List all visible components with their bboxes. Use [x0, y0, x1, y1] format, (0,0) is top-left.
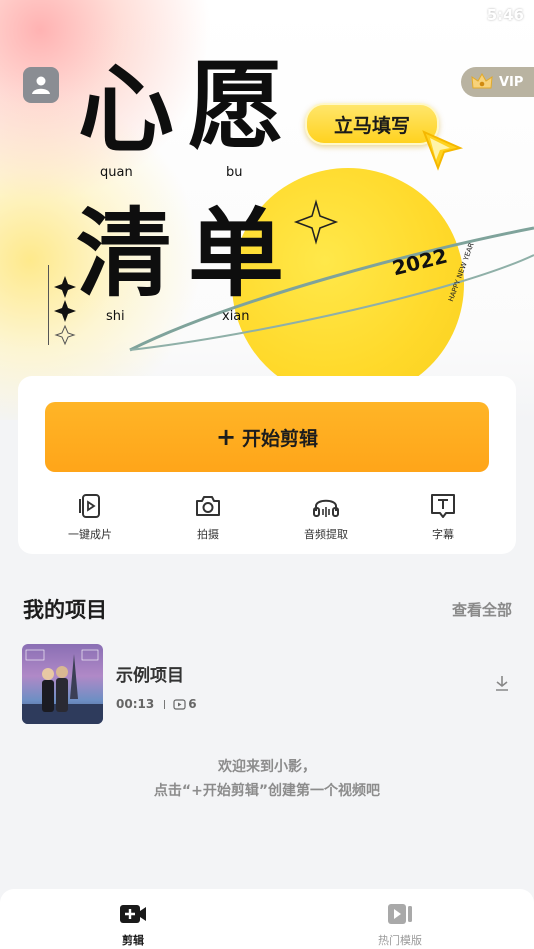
download-icon[interactable]: [494, 674, 510, 692]
hero-banner[interactable]: 心 愿 清 单 quan bu shi xian 立马填写 2022 HAPPY…: [0, 0, 534, 420]
profile-button[interactable]: [23, 67, 59, 103]
meta-divider: [164, 699, 166, 709]
wifi-icon: [450, 6, 470, 21]
user-icon: [32, 76, 50, 94]
subtitle-icon: [431, 494, 455, 518]
start-editing-label: 开始剪辑: [242, 427, 319, 450]
banner-pinyin-4: xian: [222, 309, 250, 324]
welcome-message: 欢迎来到小影， 点击“+开始剪辑”创建第一个视频吧: [0, 755, 534, 803]
bottom-tab-bar: 剪辑 热门模版: [0, 889, 534, 949]
tool-subtitle[interactable]: 字幕: [398, 492, 488, 542]
tool-label: 音频提取: [304, 528, 348, 541]
banner-pinyin-2: bu: [226, 165, 243, 180]
start-editing-button[interactable]: + 开始剪辑: [45, 402, 489, 472]
clip-count-icon: [173, 698, 186, 710]
banner-char-3: 清: [76, 198, 172, 310]
tool-audio-extract[interactable]: 音频提取: [281, 492, 371, 542]
tab-hot-templates[interactable]: 热门模版: [340, 903, 460, 948]
action-card: + 开始剪辑 一键成片 拍摄 音频提取 字幕: [18, 376, 516, 554]
template-icon: [388, 904, 412, 924]
camera-icon: [196, 496, 220, 516]
tab-label: 热门模版: [378, 934, 422, 947]
banner-char-2: 愿: [188, 50, 284, 162]
fill-now-sticker[interactable]: 立马填写: [305, 103, 439, 145]
tool-one-click-video[interactable]: 一键成片: [45, 492, 135, 542]
project-meta: 00:13 6: [116, 697, 197, 711]
projects-title: 我的项目: [23, 598, 107, 622]
project-duration: 00:13: [116, 697, 155, 711]
one-click-video-icon: [79, 494, 100, 518]
status-time: 5:46: [486, 6, 524, 24]
welcome-line-2: 点击“+开始剪辑”创建第一个视频吧: [153, 783, 381, 799]
project-name: 示例项目: [116, 666, 184, 686]
headphones-icon: [313, 499, 339, 517]
project-item[interactable]: 示例项目 00:13 6: [22, 644, 512, 724]
tool-camera[interactable]: 拍摄: [163, 492, 253, 542]
crown-icon: [471, 73, 493, 89]
cursor-arrow-icon: [422, 130, 464, 171]
banner-pinyin-3: shi: [106, 309, 125, 324]
tab-label: 剪辑: [122, 934, 144, 947]
tool-label: 拍摄: [197, 528, 219, 541]
view-all-link[interactable]: 查看全部: [452, 599, 512, 620]
tool-row: 一键成片 拍摄 音频提取 字幕: [18, 492, 516, 542]
status-bar: 5:46: [0, 0, 534, 30]
banner-char-1: 心: [78, 54, 174, 166]
project-thumbnail: [22, 644, 103, 724]
vip-label: VIP: [499, 74, 524, 90]
banner-pinyin-1: quan: [100, 165, 133, 180]
tool-label: 一键成片: [68, 528, 112, 541]
vip-button[interactable]: VIP: [461, 67, 534, 97]
video-edit-icon: [120, 905, 146, 923]
tab-edit[interactable]: 剪辑: [73, 903, 193, 948]
welcome-line-1: 欢迎来到小影，: [218, 759, 316, 775]
plus-icon: +: [215, 423, 237, 451]
project-clip-count: 6: [188, 697, 197, 711]
thumbnail-art: [22, 649, 103, 724]
tool-label: 字幕: [432, 528, 454, 541]
banner-char-4: 单: [188, 198, 284, 310]
deco-line: [48, 265, 49, 345]
